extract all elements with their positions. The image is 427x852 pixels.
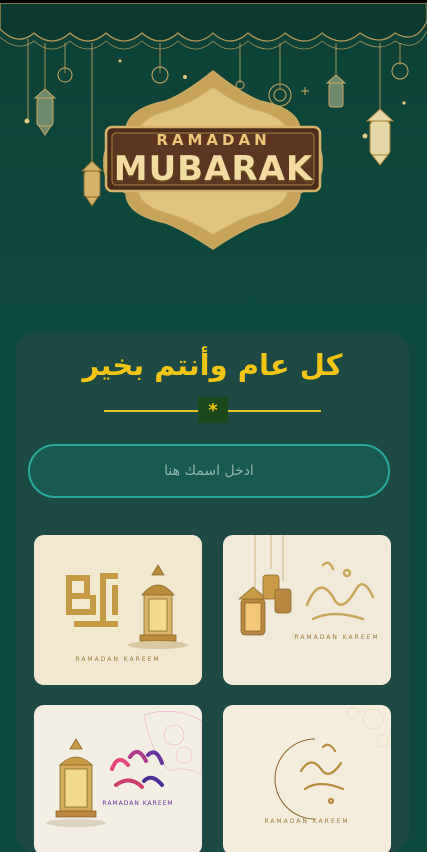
card-template-3[interactable]: RAMADAN KAREEM bbox=[34, 705, 202, 852]
card-caption-4: RAMADAN KAREEM bbox=[264, 818, 349, 825]
lanterns-calligraphy-image: RAMADAN KAREEM bbox=[223, 535, 391, 685]
greeting-title: كل عام وأنتم بخير bbox=[82, 348, 343, 382]
divider-right bbox=[228, 410, 321, 412]
card-caption-3: RAMADAN KAREEM bbox=[102, 800, 173, 807]
card-template-1[interactable]: RAMADAN KAREEM bbox=[34, 535, 202, 685]
ramadan-banner: RAMADAN MUBARAK bbox=[0, 3, 427, 323]
card-template-2[interactable]: RAMADAN KAREEM bbox=[223, 535, 391, 685]
banner-big-title: MUBARAK bbox=[113, 149, 314, 189]
card-caption-2: RAMADAN KAREEM bbox=[294, 634, 379, 641]
divider-star-icon: * bbox=[198, 397, 228, 423]
colorful-calligraphy-image: RAMADAN KAREEM bbox=[34, 705, 202, 852]
card-caption-1: RAMADAN KAREEM bbox=[75, 656, 160, 663]
divider-left bbox=[104, 410, 198, 412]
banner-small-title: RAMADAN bbox=[156, 131, 271, 149]
card-template-4[interactable]: RAMADAN KAREEM bbox=[223, 705, 391, 852]
name-input[interactable] bbox=[28, 444, 390, 498]
kufic-lantern-image: RAMADAN KAREEM bbox=[34, 535, 202, 685]
greeting-card: كل عام وأنتم بخير * ادخل اسمك هنا RAMADA… bbox=[16, 332, 409, 852]
crescent-calligraphy-image: RAMADAN KAREEM bbox=[223, 705, 391, 852]
